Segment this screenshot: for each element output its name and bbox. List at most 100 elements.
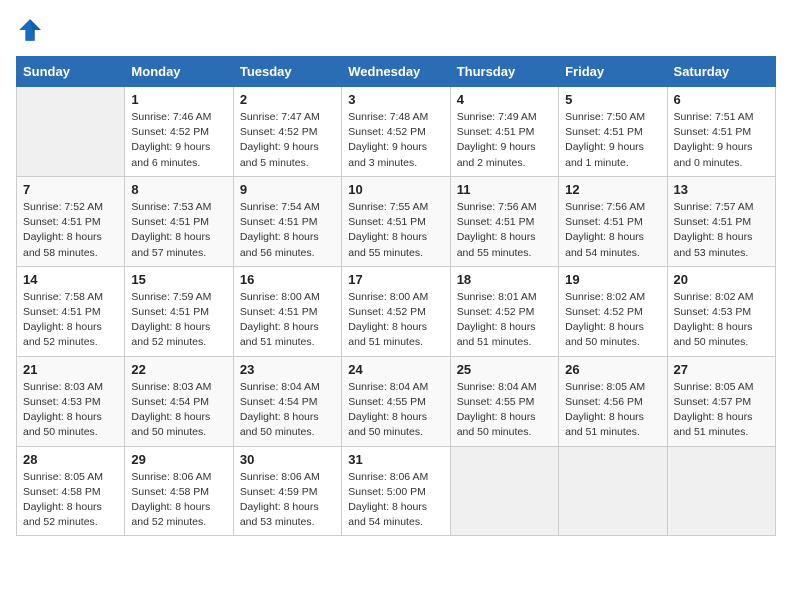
- day-number: 12: [565, 182, 660, 197]
- day-info: Sunrise: 7:54 AM Sunset: 4:51 PM Dayligh…: [240, 200, 335, 261]
- calendar-cell: 31 Sunrise: 8:06 AM Sunset: 5:00 PM Dayli…: [342, 446, 450, 536]
- calendar-cell: 10Sunrise: 7:55 AM Sunset: 4:51 PM Dayli…: [342, 176, 450, 266]
- day-info: Sunrise: 8:04 AM Sunset: 4:55 PM Dayligh…: [348, 380, 443, 441]
- calendar-cell: 1 Sunrise: 7:46 AM Sunset: 4:52 PM Daylig…: [125, 87, 233, 177]
- day-header-sunday: Sunday: [17, 57, 125, 87]
- day-number: 24: [348, 362, 443, 377]
- day-header-thursday: Thursday: [450, 57, 558, 87]
- day-number: 27: [674, 362, 769, 377]
- calendar-cell: 4 Sunrise: 7:49 AM Sunset: 4:51 PM Daylig…: [450, 87, 558, 177]
- calendar-cell: 13Sunrise: 7:57 AM Sunset: 4:51 PM Dayli…: [667, 176, 775, 266]
- calendar-cell: 15Sunrise: 7:59 AM Sunset: 4:51 PM Dayli…: [125, 266, 233, 356]
- day-info: Sunrise: 8:03 AM Sunset: 4:53 PM Dayligh…: [23, 380, 118, 441]
- day-number: 19: [565, 272, 660, 287]
- page-header: [16, 16, 776, 44]
- day-number: 30: [240, 452, 335, 467]
- day-info: Sunrise: 8:06 AM Sunset: 5:00 PM Dayligh…: [348, 470, 443, 531]
- calendar-cell: 16 Sunrise: 8:00 AM Sunset: 4:51 PM Dayli…: [233, 266, 341, 356]
- day-header-wednesday: Wednesday: [342, 57, 450, 87]
- day-info: Sunrise: 7:47 AM Sunset: 4:52 PM Dayligh…: [240, 110, 335, 171]
- day-info: Sunrise: 8:06 AM Sunset: 4:59 PM Dayligh…: [240, 470, 335, 531]
- calendar-cell: 19 Sunrise: 8:02 AM Sunset: 4:52 PM Dayli…: [559, 266, 667, 356]
- calendar-cell: 14 Sunrise: 7:58 AM Sunset: 4:51 PM Dayli…: [17, 266, 125, 356]
- day-number: 6: [674, 92, 769, 107]
- header-row: SundayMondayTuesdayWednesdayThursdayFrid…: [17, 57, 776, 87]
- day-info: Sunrise: 8:04 AM Sunset: 4:55 PM Dayligh…: [457, 380, 552, 441]
- logo-icon: [16, 16, 44, 44]
- calendar-cell: 3 Sunrise: 7:48 AM Sunset: 4:52 PM Daylig…: [342, 87, 450, 177]
- calendar-cell: 9 Sunrise: 7:54 AM Sunset: 4:51 PM Daylig…: [233, 176, 341, 266]
- day-number: 22: [131, 362, 226, 377]
- day-info: Sunrise: 7:53 AM Sunset: 4:51 PM Dayligh…: [131, 200, 226, 261]
- day-info: Sunrise: 8:00 AM Sunset: 4:52 PM Dayligh…: [348, 290, 443, 351]
- day-info: Sunrise: 8:01 AM Sunset: 4:52 PM Dayligh…: [457, 290, 552, 351]
- day-number: 3: [348, 92, 443, 107]
- day-header-tuesday: Tuesday: [233, 57, 341, 87]
- day-info: Sunrise: 7:52 AM Sunset: 4:51 PM Dayligh…: [23, 200, 118, 261]
- calendar-table: SundayMondayTuesdayWednesdayThursdayFrid…: [16, 56, 776, 536]
- day-info: Sunrise: 7:51 AM Sunset: 4:51 PM Dayligh…: [674, 110, 769, 171]
- calendar-cell: 7Sunrise: 7:52 AM Sunset: 4:51 PM Daylig…: [17, 176, 125, 266]
- calendar-cell: 26 Sunrise: 8:05 AM Sunset: 4:56 PM Dayli…: [559, 356, 667, 446]
- calendar-cell: 21 Sunrise: 8:03 AM Sunset: 4:53 PM Dayli…: [17, 356, 125, 446]
- day-number: 14: [23, 272, 118, 287]
- day-info: Sunrise: 7:56 AM Sunset: 4:51 PM Dayligh…: [457, 200, 552, 261]
- day-number: 21: [23, 362, 118, 377]
- day-number: 28: [23, 452, 118, 467]
- calendar-week-4: 21 Sunrise: 8:03 AM Sunset: 4:53 PM Dayli…: [17, 356, 776, 446]
- calendar-cell: 8 Sunrise: 7:53 AM Sunset: 4:51 PM Daylig…: [125, 176, 233, 266]
- day-info: Sunrise: 7:49 AM Sunset: 4:51 PM Dayligh…: [457, 110, 552, 171]
- day-number: 25: [457, 362, 552, 377]
- day-number: 11: [457, 182, 552, 197]
- day-header-monday: Monday: [125, 57, 233, 87]
- calendar-cell: 2 Sunrise: 7:47 AM Sunset: 4:52 PM Daylig…: [233, 87, 341, 177]
- calendar-cell: 27 Sunrise: 8:05 AM Sunset: 4:57 PM Dayli…: [667, 356, 775, 446]
- day-number: 8: [131, 182, 226, 197]
- day-info: Sunrise: 7:58 AM Sunset: 4:51 PM Dayligh…: [23, 290, 118, 351]
- day-number: 31: [348, 452, 443, 467]
- day-number: 20: [674, 272, 769, 287]
- day-info: Sunrise: 8:05 AM Sunset: 4:56 PM Dayligh…: [565, 380, 660, 441]
- day-number: 16: [240, 272, 335, 287]
- calendar-week-5: 28 Sunrise: 8:05 AM Sunset: 4:58 PM Dayli…: [17, 446, 776, 536]
- calendar-cell: [667, 446, 775, 536]
- day-number: 5: [565, 92, 660, 107]
- day-info: Sunrise: 8:05 AM Sunset: 4:58 PM Dayligh…: [23, 470, 118, 531]
- day-info: Sunrise: 8:06 AM Sunset: 4:58 PM Dayligh…: [131, 470, 226, 531]
- day-header-friday: Friday: [559, 57, 667, 87]
- logo: [16, 16, 48, 44]
- calendar-cell: 25 Sunrise: 8:04 AM Sunset: 4:55 PM Dayli…: [450, 356, 558, 446]
- calendar-week-2: 7Sunrise: 7:52 AM Sunset: 4:51 PM Daylig…: [17, 176, 776, 266]
- day-number: 1: [131, 92, 226, 107]
- calendar-week-1: 1 Sunrise: 7:46 AM Sunset: 4:52 PM Daylig…: [17, 87, 776, 177]
- calendar-cell: 5 Sunrise: 7:50 AM Sunset: 4:51 PM Daylig…: [559, 87, 667, 177]
- day-number: 26: [565, 362, 660, 377]
- calendar-cell: 22 Sunrise: 8:03 AM Sunset: 4:54 PM Dayli…: [125, 356, 233, 446]
- calendar-cell: 23 Sunrise: 8:04 AM Sunset: 4:54 PM Dayli…: [233, 356, 341, 446]
- day-info: Sunrise: 7:55 AM Sunset: 4:51 PM Dayligh…: [348, 200, 443, 261]
- calendar-cell: 29 Sunrise: 8:06 AM Sunset: 4:58 PM Dayli…: [125, 446, 233, 536]
- day-number: 9: [240, 182, 335, 197]
- day-info: Sunrise: 7:50 AM Sunset: 4:51 PM Dayligh…: [565, 110, 660, 171]
- day-info: Sunrise: 7:56 AM Sunset: 4:51 PM Dayligh…: [565, 200, 660, 261]
- day-number: 2: [240, 92, 335, 107]
- calendar-cell: [450, 446, 558, 536]
- day-info: Sunrise: 8:03 AM Sunset: 4:54 PM Dayligh…: [131, 380, 226, 441]
- day-info: Sunrise: 7:46 AM Sunset: 4:52 PM Dayligh…: [131, 110, 226, 171]
- day-info: Sunrise: 8:00 AM Sunset: 4:51 PM Dayligh…: [240, 290, 335, 351]
- day-info: Sunrise: 7:57 AM Sunset: 4:51 PM Dayligh…: [674, 200, 769, 261]
- day-number: 29: [131, 452, 226, 467]
- calendar-cell: 20 Sunrise: 8:02 AM Sunset: 4:53 PM Dayli…: [667, 266, 775, 356]
- calendar-cell: 12 Sunrise: 7:56 AM Sunset: 4:51 PM Dayli…: [559, 176, 667, 266]
- day-info: Sunrise: 8:05 AM Sunset: 4:57 PM Dayligh…: [674, 380, 769, 441]
- calendar-cell: 24 Sunrise: 8:04 AM Sunset: 4:55 PM Dayli…: [342, 356, 450, 446]
- day-number: 23: [240, 362, 335, 377]
- calendar-cell: [17, 87, 125, 177]
- day-info: Sunrise: 8:02 AM Sunset: 4:53 PM Dayligh…: [674, 290, 769, 351]
- day-number: 4: [457, 92, 552, 107]
- calendar-cell: 30 Sunrise: 8:06 AM Sunset: 4:59 PM Dayli…: [233, 446, 341, 536]
- day-info: Sunrise: 7:48 AM Sunset: 4:52 PM Dayligh…: [348, 110, 443, 171]
- day-number: 18: [457, 272, 552, 287]
- day-info: Sunrise: 8:02 AM Sunset: 4:52 PM Dayligh…: [565, 290, 660, 351]
- day-info: Sunrise: 8:04 AM Sunset: 4:54 PM Dayligh…: [240, 380, 335, 441]
